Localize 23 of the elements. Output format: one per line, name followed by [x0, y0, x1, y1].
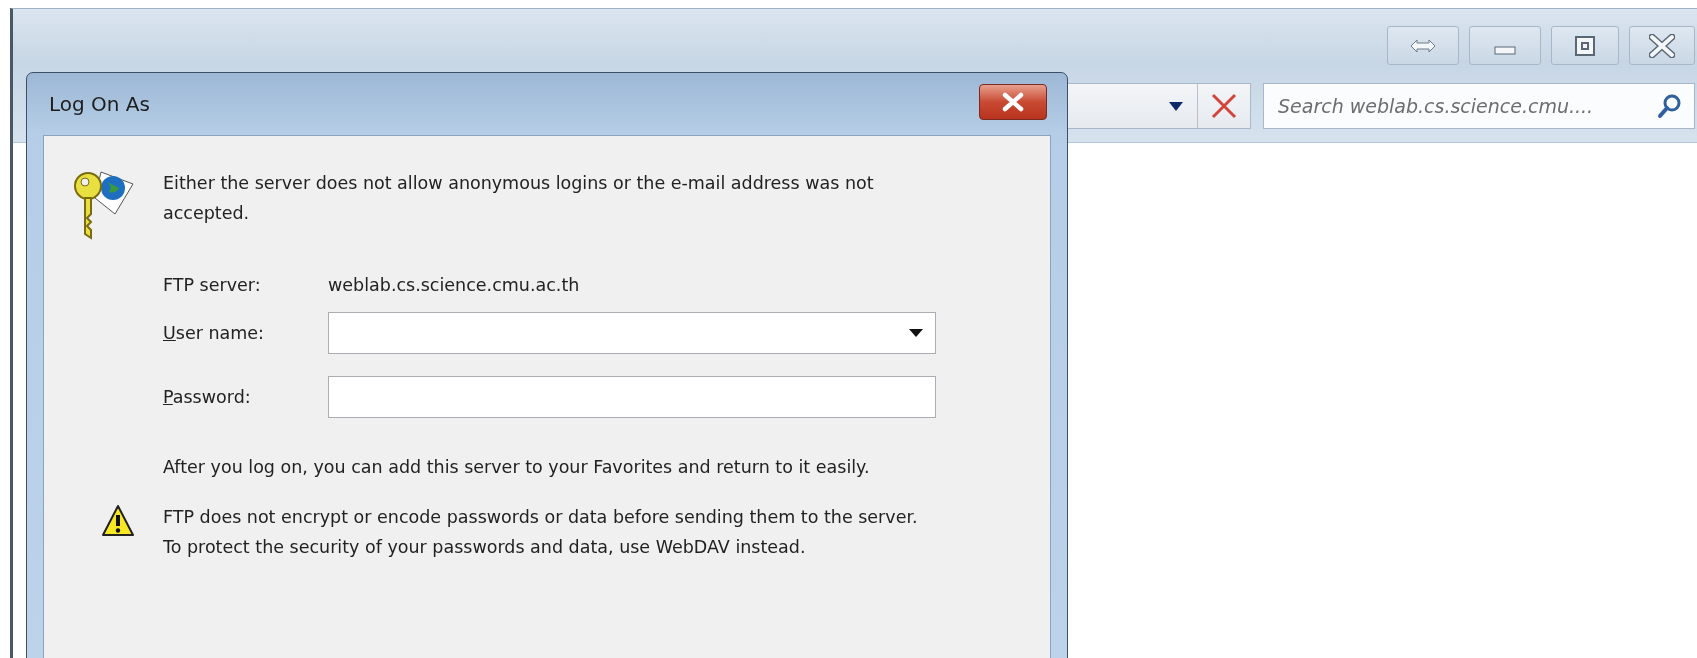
ftp-server-label: FTP server: [163, 274, 262, 297]
close-icon [1649, 33, 1675, 58]
password-field[interactable] [328, 376, 936, 418]
password-label: Password: [163, 386, 252, 409]
ftp-server-value: weblab.cs.science.cmu.ac.th [328, 274, 581, 297]
minimize-icon [1494, 46, 1516, 55]
cross-icon [1211, 93, 1237, 119]
search-icon[interactable] [1657, 93, 1683, 119]
error-message: Either the server does not allow anonymous logins or the e-mail address was not accepted. [163, 172, 875, 225]
warning-icon [101, 504, 135, 538]
dropdown-arrow-icon[interactable] [909, 329, 923, 337]
search-field[interactable]: Search weblab.cs.science.cmu.... [1263, 83, 1695, 129]
dropdown-arrow-icon[interactable] [1169, 101, 1183, 111]
warning-message: FTP does not encrypt or encode passwords or data before sending them to the server. To protect the security of your passwords and data, use WebDAV instead. [163, 506, 919, 559]
user-name-label: User name: [163, 322, 265, 345]
close-button[interactable] [979, 84, 1047, 120]
close-button[interactable] [1629, 26, 1695, 65]
maximize-button[interactable] [1551, 26, 1619, 65]
dialog-title: Log On As [49, 92, 150, 116]
close-icon [1002, 92, 1024, 112]
favorites-note: After you log on, you can add this server to your Favorites and return to it easily. [163, 456, 871, 479]
double-arrow-icon [1410, 37, 1436, 54]
maximize-icon [1574, 34, 1596, 57]
